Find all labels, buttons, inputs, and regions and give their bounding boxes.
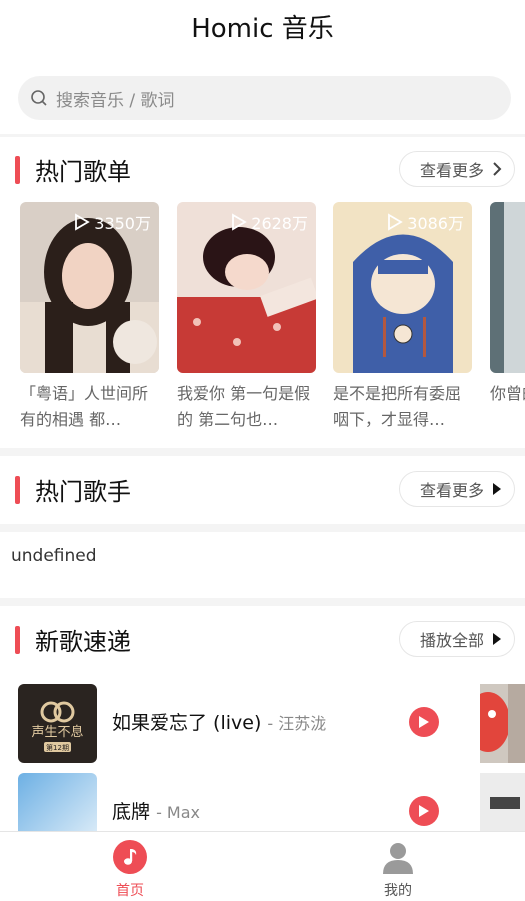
tab-home[interactable]: 首页 (80, 840, 180, 900)
section-title: 热门歌单 (35, 158, 131, 186)
view-more-label: 查看更多 (419, 481, 484, 500)
singers-content: undefined (0, 532, 525, 598)
playlist-cover[interactable]: 3350万 (20, 202, 159, 373)
song-title-line: 底牌 - Max (112, 797, 200, 824)
user-icon (381, 840, 415, 874)
play-icon (419, 805, 429, 817)
play-all-label: 播放全部 (419, 631, 484, 650)
play-button[interactable] (409, 707, 439, 737)
search-bar[interactable]: 搜索音乐 / 歌词 (18, 76, 511, 120)
search-icon (31, 90, 47, 106)
view-more-button[interactable]: 查看更多 (398, 471, 515, 507)
music-note-icon (113, 840, 147, 874)
cover-title: 声生不息 (31, 724, 83, 740)
cover-subtitle: 第12期 (46, 743, 69, 752)
playlist-cover[interactable]: 2628万 (177, 202, 316, 373)
tab-mine[interactable]: 我的 (348, 840, 448, 900)
play-count-text: 3350万 (94, 214, 151, 233)
song-title: 如果爱忘了 (live) (112, 712, 262, 734)
section-accent-bar (15, 626, 20, 654)
section-header: 热门歌单 查看更多 (0, 150, 525, 190)
hot-singers-section: 热门歌手 查看更多 (0, 456, 525, 524)
tab-label: 我的 (384, 883, 412, 899)
play-count: 3350万 (74, 210, 151, 234)
song-cover[interactable] (18, 773, 97, 831)
song-cover[interactable]: 声生不息第12期 (18, 684, 97, 763)
song-item[interactable]: 底牌 - Max (0, 773, 525, 831)
song-title: 底牌 (112, 801, 151, 823)
song-title-line: 如果爱忘了 (live) - 汪苏泷 (112, 708, 326, 735)
section-title: 新歌速递 (35, 628, 131, 656)
playlist-carousel[interactable]: 3350万 「粤语」人世间所有的相遇 都… 2628万 我爱你 第一句是假的 第… (20, 202, 525, 442)
playlist-card[interactable]: 3086万 是不是把所有委屈咽下，才显得… (333, 202, 472, 433)
chevron-right-icon (493, 162, 502, 176)
playlist-name: 你曾的喜 (490, 384, 525, 403)
header: Homic 音乐 搜索音乐 / 歌词 (0, 0, 525, 134)
playlist-card[interactable]: 你曾的喜 (490, 202, 525, 433)
play-count: 3086万 (387, 210, 464, 234)
play-outline-icon (388, 213, 404, 231)
triangle-right-icon (493, 633, 501, 645)
view-more-button[interactable]: 查看更多 (398, 151, 515, 187)
play-outline-icon (232, 213, 248, 231)
section-accent-bar (15, 476, 20, 504)
play-count-text: 2628万 (251, 214, 308, 233)
section-title: 热门歌手 (35, 478, 131, 506)
playlist-card[interactable]: 2628万 我爱你 第一句是假的 第二句也… (177, 202, 316, 433)
playlist-card[interactable]: 3350万 「粤语」人世间所有的相遇 都… (20, 202, 159, 433)
view-more-label: 查看更多 (419, 161, 484, 180)
play-outline-icon (75, 213, 91, 231)
singers-placeholder-text: undefined (11, 546, 97, 566)
playlist-name: 我爱你 第一句是假的 第二句也… (177, 384, 311, 429)
play-all-button[interactable]: 播放全部 (398, 621, 515, 657)
tab-label: 首页 (116, 883, 144, 899)
playlist-name: 「粤语」人世间所有的相遇 都… (20, 384, 149, 429)
play-icon (419, 716, 429, 728)
app-title: Homic 音乐 (191, 14, 334, 44)
song-artist: - Max (156, 803, 200, 822)
search-input[interactable]: 搜索音乐 / 歌词 (56, 86, 175, 111)
side-thumbnail (480, 773, 525, 831)
song-item[interactable]: 声生不息第12期 如果爱忘了 (live) - 汪苏泷 (0, 684, 525, 774)
playlist-cover[interactable] (490, 202, 525, 373)
section-header: 新歌速递 播放全部 (0, 620, 525, 660)
play-count-text: 3086万 (407, 214, 464, 233)
side-thumbnail (480, 684, 525, 763)
play-count: 2628万 (231, 210, 308, 234)
section-header: 热门歌手 查看更多 (0, 470, 525, 510)
new-songs-section: 新歌速递 播放全部 声生不息第12期 如果爱忘了 (live) - 汪苏泷 底牌… (0, 606, 525, 831)
bottom-tab-bar: 首页 我的 (0, 831, 525, 901)
triangle-right-icon (493, 483, 501, 495)
song-artist: - 汪苏泷 (267, 714, 327, 733)
playlist-cover[interactable]: 3086万 (333, 202, 472, 373)
playlist-name: 是不是把所有委屈咽下，才显得… (333, 384, 462, 429)
play-button[interactable] (409, 796, 439, 826)
section-accent-bar (15, 156, 20, 184)
